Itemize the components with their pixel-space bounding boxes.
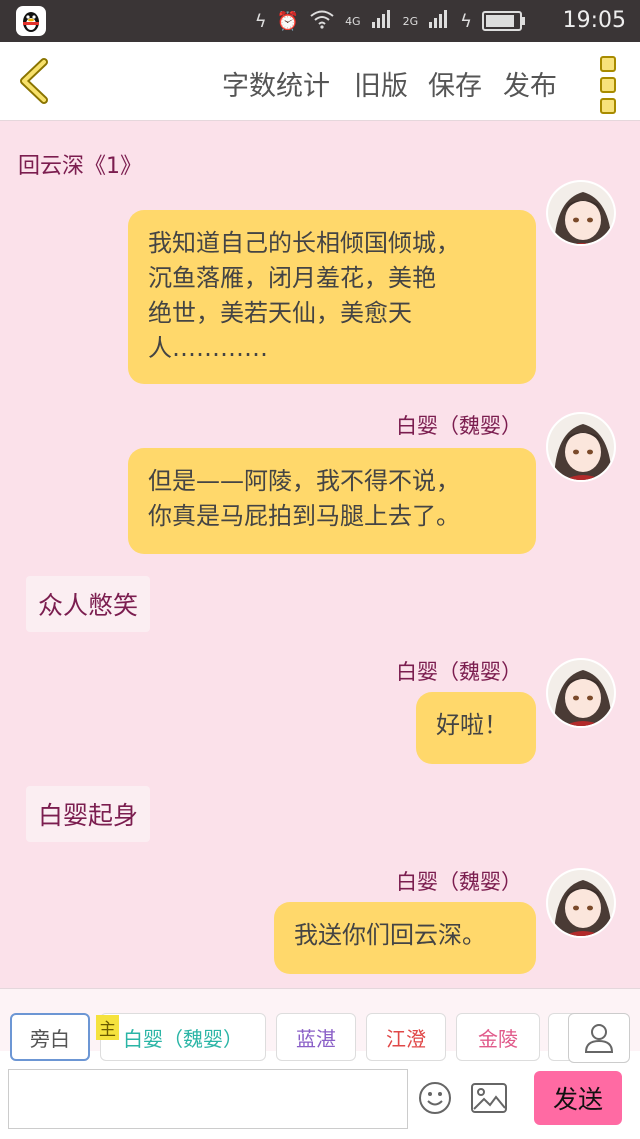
message-line: 但是——阿陵，我不得不说， [148,467,460,495]
message-line: 我知道自己的长相倾国倾城， [148,229,460,257]
avatar[interactable] [546,868,616,938]
qq-penguin-icon [16,6,46,36]
person-icon [584,1024,614,1053]
top-toolbar: 字数统计 旧版 保存 发布 [0,42,640,121]
message-line: 你真是马屁拍到马腿上去了。 [148,502,460,530]
message-bubble[interactable]: 好啦！ [416,692,536,764]
add-role-button[interactable] [568,1013,630,1063]
speaker-name: 白婴（魏婴） [396,660,522,684]
role-label: 蓝湛 [296,1026,336,1051]
avatar[interactable] [546,412,616,482]
back-button[interactable] [14,56,54,106]
status-bar: ϟ ⏰ 4G 2G ϟ 19:05 [0,0,640,42]
role-label: 白婴（魏婴） [123,1026,243,1051]
publish-button[interactable]: 发布 [503,64,557,103]
message-bubble[interactable]: 但是——阿陵，我不得不说， 你真是马屁拍到马腿上去了。 [128,448,536,554]
message-line: 人………… [148,334,268,362]
message-bubble[interactable]: 我送你们回云深。 [274,902,536,974]
battery-icon [482,11,525,31]
signal-bars-icon [371,10,393,32]
chevron-left-icon [20,58,48,104]
role-jiangcheng[interactable]: 江澄 [366,1013,446,1061]
role-baiying[interactable]: 白婴（魏婴） [100,1013,266,1061]
message-input[interactable] [8,1069,408,1129]
old-version-button[interactable]: 旧版 [354,64,408,103]
role-label: 江澄 [386,1026,426,1051]
role-jinling[interactable]: 金陵 [456,1013,540,1061]
narration-item[interactable]: 白婴起身 [26,786,151,842]
message-line: 绝世，美若天仙，美愈天 [148,299,412,327]
send-button[interactable]: 发送 [534,1071,622,1125]
message-line: 我送你们回云深。 [294,921,486,949]
role-label: 旁白 [30,1026,70,1051]
avatar[interactable] [546,658,616,728]
speaker-name: 白婴（魏婴） [396,414,522,438]
role-label: 金陵 [478,1026,518,1051]
signal-4g-label: 4G [345,14,361,28]
wifi-icon [309,9,335,34]
signal-2g-label: 2G [402,14,419,28]
more-menu-button[interactable] [600,56,616,114]
avatar[interactable] [546,180,616,246]
chapter-title: 回云深《1》 [18,154,142,179]
flash-icon: ϟ [254,10,267,32]
smiley-icon [419,1082,451,1114]
more-vertical-icon [600,56,616,114]
save-button[interactable]: 保存 [428,64,482,103]
clock: 19:05 [562,8,626,33]
image-button[interactable] [470,1081,508,1115]
message-line: 沉鱼落雁，闭月羞花，美艳 [148,264,436,292]
narration-item[interactable]: 众人憋笑 [26,576,151,632]
message-bubble[interactable]: 我知道自己的长相倾国倾城， 沉鱼落雁，闭月羞花，美艳 绝世，美若天仙，美愈天 人… [128,210,536,384]
main-character-badge: 主 [96,1015,119,1040]
signal-bars-icon [428,10,450,32]
composer-panel: 旁白 白婴（魏婴） 主 蓝湛 江澄 金陵 发送 [0,988,640,1139]
alarm-icon: ⏰ [276,10,300,32]
role-narrator[interactable]: 旁白 [10,1013,90,1061]
speaker-name: 白婴（魏婴） [396,870,522,894]
image-icon [471,1083,507,1113]
emoji-button[interactable] [418,1081,452,1115]
message-line: 好啦！ [436,711,508,739]
word-count-button[interactable]: 字数统计 [222,64,330,103]
role-lanzhan[interactable]: 蓝湛 [276,1013,356,1061]
chat-area[interactable]: 回云深《1》 我知道自己的长相倾国倾城， 沉鱼落雁，闭月羞花，美艳 绝世，美若天… [0,120,640,988]
charging-icon: ϟ [460,10,472,32]
